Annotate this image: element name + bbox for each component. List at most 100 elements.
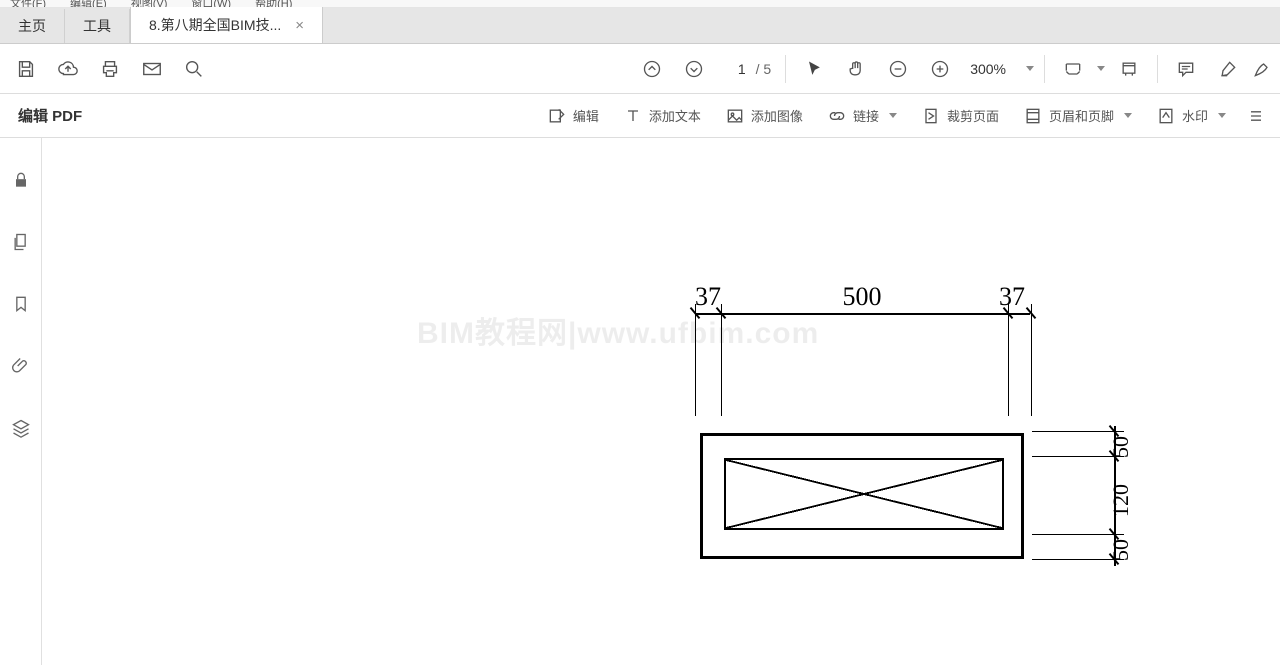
chevron-down-icon bbox=[1124, 113, 1132, 118]
search-icon bbox=[183, 58, 205, 80]
inner-rectangle-crossed bbox=[724, 458, 1004, 530]
zoom-in-button[interactable] bbox=[922, 51, 958, 87]
list-icon bbox=[1246, 106, 1266, 126]
plus-circle-icon bbox=[930, 59, 950, 79]
chevron-down-icon[interactable] bbox=[1026, 66, 1034, 71]
tab-home[interactable]: 主页 bbox=[0, 9, 65, 43]
header-footer-button[interactable]: 页眉和页脚 bbox=[1013, 98, 1142, 134]
add-image-label: 添加图像 bbox=[751, 106, 803, 125]
ext-line bbox=[695, 304, 696, 416]
image-icon bbox=[725, 106, 745, 126]
edit-pdf-heading: 编辑 PDF bbox=[8, 105, 92, 126]
dim-label-center: 500 bbox=[812, 282, 912, 312]
page-number-input[interactable] bbox=[718, 61, 746, 77]
hand-icon bbox=[846, 59, 866, 79]
dimension-group-right: 50 120 50 bbox=[1032, 426, 1132, 566]
chevron-down-icon bbox=[1218, 113, 1226, 118]
tab-tools[interactable]: 工具 bbox=[65, 9, 130, 43]
arrow-down-circle-icon bbox=[684, 59, 704, 79]
highlighter-icon bbox=[1218, 59, 1238, 79]
side-navigation-rail bbox=[0, 138, 42, 665]
add-text-label: 添加文本 bbox=[649, 106, 701, 125]
edit-content-button[interactable]: 编辑 bbox=[537, 98, 609, 134]
lock-icon bbox=[11, 170, 31, 190]
link-button[interactable]: 链接 bbox=[817, 98, 907, 134]
header-footer-label: 页眉和页脚 bbox=[1049, 106, 1114, 125]
hand-tool[interactable] bbox=[838, 51, 874, 87]
dimension-group-top: 37 500 37 bbox=[692, 288, 1032, 403]
main-toolbar: / 5 300% bbox=[0, 44, 1280, 94]
ext-line bbox=[1032, 534, 1124, 535]
attachment-icon bbox=[11, 356, 31, 376]
selection-tool[interactable] bbox=[796, 51, 832, 87]
crop-page-button[interactable]: 裁剪页面 bbox=[911, 98, 1009, 134]
layers-icon bbox=[11, 418, 31, 438]
document-canvas[interactable]: BIM教程网|www.ufbim.com 37 500 37 bbox=[42, 138, 1280, 665]
dim-label-v-mid: 120 bbox=[1108, 484, 1134, 517]
dim-line bbox=[695, 313, 721, 315]
search-button[interactable] bbox=[176, 51, 212, 87]
minus-circle-icon bbox=[888, 59, 908, 79]
separator bbox=[1044, 55, 1045, 83]
zoom-level-display[interactable]: 300% bbox=[964, 61, 1012, 77]
technical-drawing: 37 500 37 bbox=[692, 288, 1132, 568]
email-button[interactable] bbox=[134, 51, 170, 87]
link-icon bbox=[827, 106, 847, 126]
highlight-button[interactable] bbox=[1210, 51, 1246, 87]
ext-line bbox=[1032, 431, 1124, 432]
dim-label-v-bot: 50 bbox=[1108, 539, 1134, 561]
comment-button[interactable] bbox=[1168, 51, 1204, 87]
lock-button[interactable] bbox=[3, 162, 39, 198]
save-button[interactable] bbox=[8, 51, 44, 87]
edit-content-label: 编辑 bbox=[573, 106, 599, 125]
print-icon bbox=[99, 58, 121, 80]
page-up-button[interactable] bbox=[634, 51, 670, 87]
tab-tools-label: 工具 bbox=[83, 16, 111, 36]
pen-icon bbox=[1252, 59, 1272, 79]
print-button[interactable] bbox=[92, 51, 128, 87]
watermark-button[interactable]: 水印 bbox=[1146, 98, 1236, 134]
attachments-button[interactable] bbox=[3, 348, 39, 384]
bookmark-icon bbox=[11, 294, 31, 314]
crop-page-label: 裁剪页面 bbox=[947, 106, 999, 125]
chevron-down-icon[interactable] bbox=[1097, 66, 1105, 71]
watermark-icon bbox=[1156, 106, 1176, 126]
save-icon bbox=[15, 58, 37, 80]
reading-mode-button[interactable] bbox=[1111, 51, 1147, 87]
page-down-button[interactable] bbox=[676, 51, 712, 87]
dim-line bbox=[721, 313, 1008, 315]
tab-document-label: 8.第八期全国BIM技... bbox=[149, 15, 281, 35]
fit-width-button[interactable] bbox=[1055, 51, 1091, 87]
pages-icon bbox=[11, 232, 31, 252]
main-area: BIM教程网|www.ufbim.com 37 500 37 bbox=[0, 138, 1280, 665]
add-image-button[interactable]: 添加图像 bbox=[715, 98, 813, 134]
dim-label-left: 37 bbox=[688, 282, 728, 312]
watermark-label: 水印 bbox=[1182, 106, 1208, 125]
edit-icon bbox=[547, 106, 567, 126]
page-count-label: / 5 bbox=[752, 61, 776, 77]
chevron-down-icon bbox=[889, 113, 897, 118]
bookmarks-button[interactable] bbox=[3, 286, 39, 322]
add-text-button[interactable]: 添加文本 bbox=[613, 98, 711, 134]
ext-line bbox=[721, 304, 722, 416]
edit-toolbar: 编辑 PDF 编辑 添加文本 添加图像 链接 裁剪页面 页眉和页脚 水印 bbox=[0, 94, 1280, 138]
menu-edit[interactable]: 编辑(E) bbox=[70, 0, 107, 8]
tabbar: 主页 工具 8.第八期全国BIM技... × bbox=[0, 8, 1280, 44]
close-icon[interactable]: × bbox=[295, 17, 304, 34]
fit-width-icon bbox=[1063, 59, 1083, 79]
text-icon bbox=[623, 106, 643, 126]
zoom-out-button[interactable] bbox=[880, 51, 916, 87]
header-footer-icon bbox=[1023, 106, 1043, 126]
sign-button[interactable] bbox=[1252, 51, 1272, 87]
link-label: 链接 bbox=[853, 106, 879, 125]
tab-document[interactable]: 8.第八期全国BIM技... × bbox=[130, 7, 323, 43]
more-button[interactable] bbox=[1240, 98, 1272, 134]
layers-button[interactable] bbox=[3, 410, 39, 446]
cloud-upload-button[interactable] bbox=[50, 51, 86, 87]
mail-icon bbox=[141, 58, 163, 80]
pages-panel-button[interactable] bbox=[3, 224, 39, 260]
menu-file[interactable]: 文件(F) bbox=[10, 0, 46, 8]
separator bbox=[1157, 55, 1158, 83]
cloud-icon bbox=[57, 58, 79, 80]
tab-home-label: 主页 bbox=[18, 16, 46, 36]
